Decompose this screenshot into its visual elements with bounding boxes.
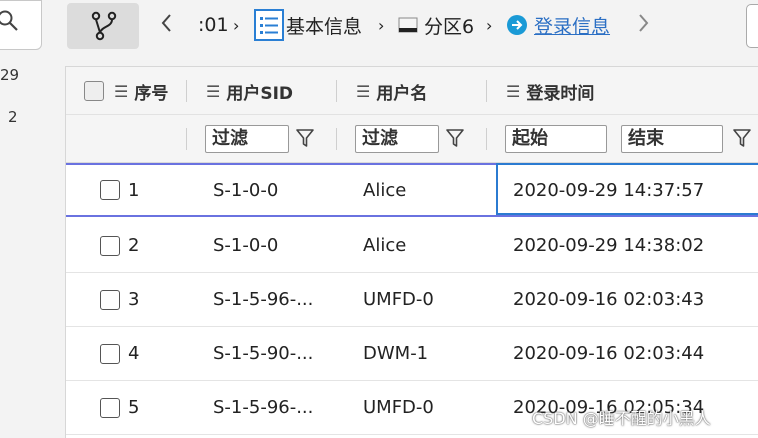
- left-panel: 29 2: [0, 0, 50, 438]
- sid-cell: S-1-5-90-...: [213, 343, 314, 364]
- sid-cell: S-1-0-0: [213, 235, 279, 256]
- column-divider[interactable]: [336, 80, 337, 102]
- grid-filter-row: 过滤 过滤 起始 结束: [66, 115, 758, 163]
- table-row[interactable]: 3 S-1-5-96-... UMFD-0 2020-09-16 02:03:4…: [66, 273, 758, 327]
- drive-icon: [398, 17, 418, 33]
- row-checkbox[interactable]: [100, 235, 120, 256]
- name-filter-input[interactable]: 过滤: [355, 125, 439, 153]
- column-divider: [186, 128, 187, 150]
- breadcrumb-separator: ›: [486, 15, 493, 35]
- breadcrumb-item-1[interactable]: :01: [198, 5, 229, 45]
- time-start-filter-input[interactable]: 起始: [505, 125, 607, 153]
- list-icon: [254, 9, 284, 41]
- breadcrumb-item-4[interactable]: 登录信息: [506, 5, 610, 45]
- branch-button[interactable]: [67, 3, 139, 49]
- row-index-cell: 1: [100, 165, 139, 215]
- row-index-cell: 3: [100, 273, 139, 326]
- breadcrumb-separator: ›: [233, 15, 240, 35]
- time-cell: 2020-09-16 02:03:43: [513, 289, 705, 310]
- search-button[interactable]: [0, 0, 42, 50]
- login-info-grid: ☰ 序号 ☰ 用户SID ☰ 用户名 ☰ 登录时间 过滤 过滤 起始 结束 1 …: [65, 66, 758, 438]
- branch-icon: [91, 11, 117, 41]
- column-divider: [336, 128, 337, 150]
- breadcrumb-item-2[interactable]: 基本信息: [254, 5, 362, 45]
- row-index-cell: 4: [100, 327, 139, 380]
- watermark: CSDN @睡不醒的小黑人: [532, 409, 711, 428]
- row-checkbox[interactable]: [100, 343, 120, 364]
- row-index-cell: 2: [100, 219, 139, 272]
- filter-icon[interactable]: [445, 127, 465, 149]
- sid-cell: S-1-5-96-...: [213, 289, 314, 310]
- column-header-index[interactable]: ☰ 序号: [84, 67, 168, 115]
- column-header-sid[interactable]: ☰ 用户SID: [206, 67, 293, 115]
- chevron-right-icon[interactable]: [638, 12, 650, 34]
- name-cell: UMFD-0: [363, 289, 434, 310]
- row-index-cell: 5: [100, 381, 139, 434]
- column-menu-icon[interactable]: ☰: [506, 82, 520, 101]
- table-row[interactable]: 2 S-1-0-0 Alice 2020-09-29 14:38:02: [66, 219, 758, 273]
- column-header-time[interactable]: ☰ 登录时间: [506, 67, 594, 115]
- column-menu-icon[interactable]: ☰: [114, 82, 128, 101]
- name-cell: Alice: [363, 179, 407, 201]
- select-all-checkbox[interactable]: [84, 81, 104, 101]
- name-cell: Alice: [363, 235, 407, 256]
- login-icon: [507, 15, 527, 35]
- column-menu-icon[interactable]: ☰: [356, 82, 370, 101]
- name-cell: UMFD-0: [363, 397, 434, 418]
- left-count-1: 29: [0, 66, 20, 84]
- sid-filter-input[interactable]: 过滤: [205, 125, 289, 153]
- toolbar-right-control[interactable]: [746, 4, 758, 48]
- breadcrumb-item-3[interactable]: 分区6: [398, 5, 474, 45]
- focused-cell[interactable]: [496, 163, 758, 215]
- name-cell: DWM-1: [363, 343, 429, 364]
- column-divider[interactable]: [186, 80, 187, 102]
- time-cell: 2020-09-29 14:38:02: [513, 235, 705, 256]
- row-checkbox[interactable]: [100, 289, 120, 310]
- sid-cell: S-1-0-0: [213, 179, 279, 201]
- filter-icon[interactable]: [732, 127, 752, 149]
- table-row[interactable]: 4 S-1-5-90-... DWM-1 2020-09-16 02:03:44: [66, 327, 758, 381]
- left-count-2: 2: [8, 108, 18, 126]
- time-cell: 2020-09-16 02:03:44: [513, 343, 705, 364]
- column-divider[interactable]: [486, 80, 487, 102]
- column-menu-icon[interactable]: ☰: [206, 82, 220, 101]
- filter-icon[interactable]: [295, 127, 315, 149]
- sid-cell: S-1-5-96-...: [213, 397, 314, 418]
- column-header-name[interactable]: ☰ 用户名: [356, 67, 427, 115]
- time-end-filter-input[interactable]: 结束: [621, 125, 723, 153]
- table-row[interactable]: 1 S-1-0-0 Alice 2020-09-29 14:37:57: [66, 163, 758, 217]
- grid-header: ☰ 序号 ☰ 用户SID ☰ 用户名 ☰ 登录时间: [66, 67, 758, 115]
- column-divider: [486, 128, 487, 150]
- row-checkbox[interactable]: [100, 397, 120, 418]
- search-icon: [0, 10, 18, 31]
- breadcrumb-separator: ›: [378, 15, 385, 35]
- chevron-left-icon[interactable]: [160, 12, 172, 34]
- row-checkbox[interactable]: [100, 180, 120, 200]
